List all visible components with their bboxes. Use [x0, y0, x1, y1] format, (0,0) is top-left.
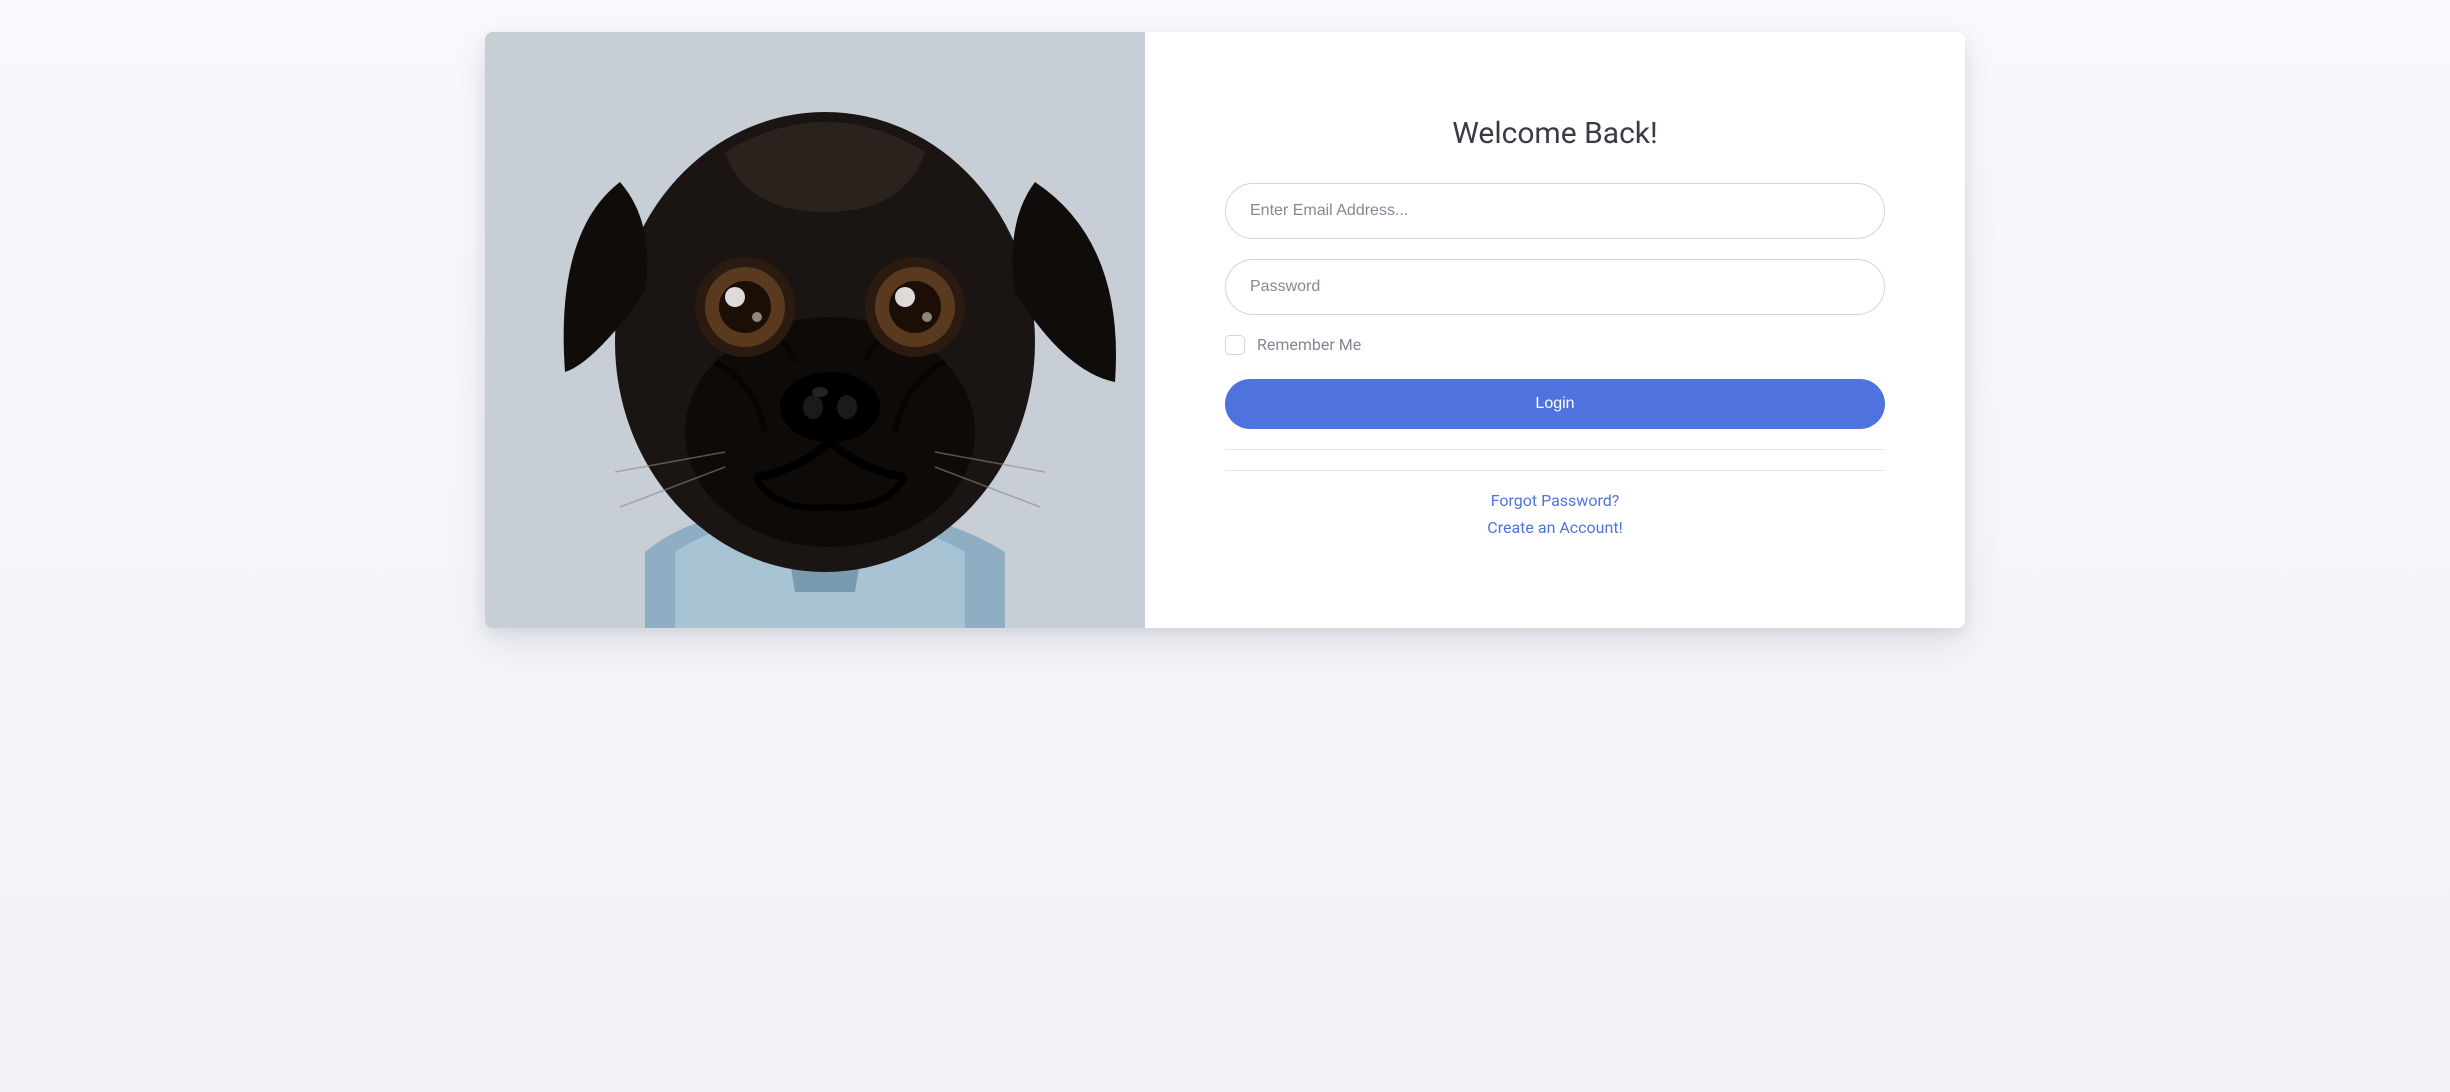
login-form-panel: Welcome Back! Remember Me Login Forgot P… [1145, 32, 1965, 628]
forgot-password-link[interactable]: Forgot Password? [1491, 491, 1620, 510]
remember-me-checkbox[interactable] [1225, 335, 1245, 355]
forgot-password-row: Forgot Password? [1225, 491, 1885, 510]
password-group [1225, 259, 1885, 315]
login-button[interactable]: Login [1225, 379, 1885, 429]
create-account-link[interactable]: Create an Account! [1487, 518, 1622, 537]
email-group [1225, 183, 1885, 239]
divider-1 [1225, 449, 1885, 450]
remember-me-group: Remember Me [1225, 335, 1885, 355]
login-image-panel [485, 32, 1145, 628]
login-heading: Welcome Back! [1225, 116, 1885, 151]
create-account-row: Create an Account! [1225, 518, 1885, 537]
login-card: Welcome Back! Remember Me Login Forgot P… [485, 32, 1965, 628]
dog-illustration [485, 32, 1145, 628]
login-form: Remember Me Login Forgot Password? Creat… [1225, 183, 1885, 545]
password-input[interactable] [1225, 259, 1885, 315]
remember-me-label[interactable]: Remember Me [1257, 335, 1361, 354]
divider-2 [1225, 470, 1885, 471]
email-input[interactable] [1225, 183, 1885, 239]
